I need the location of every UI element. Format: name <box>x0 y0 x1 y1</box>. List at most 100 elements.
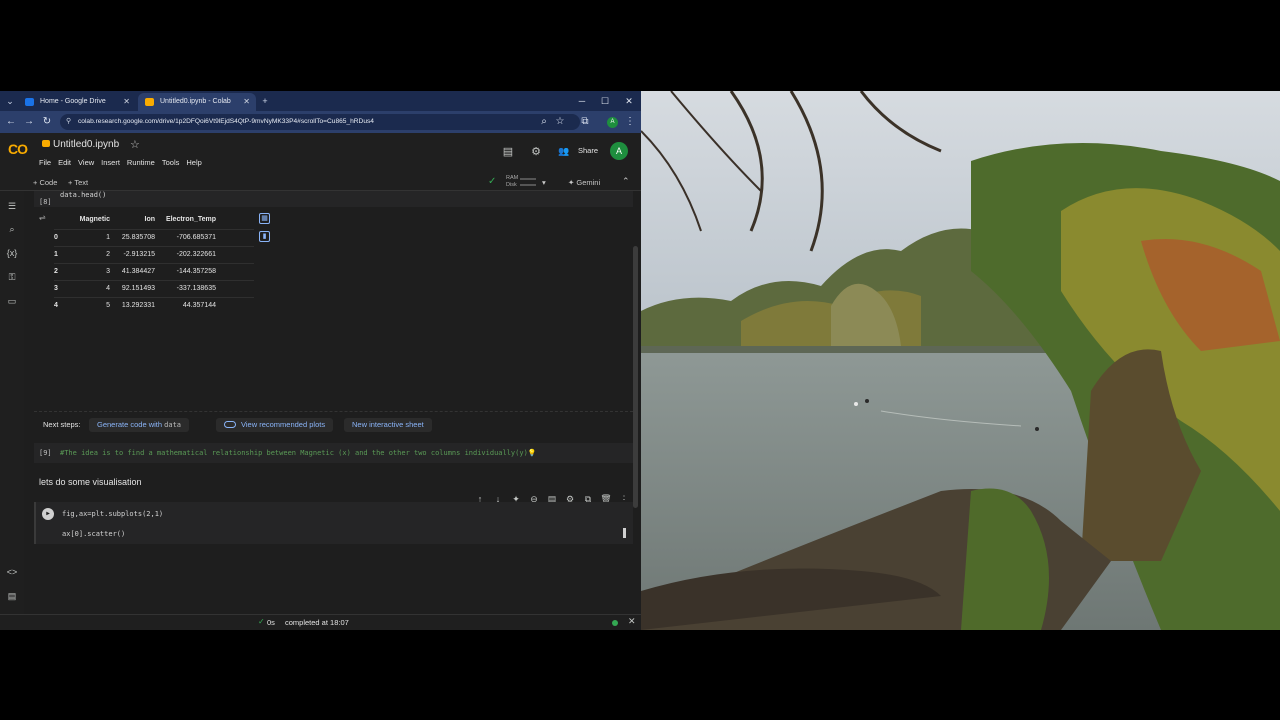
runtime-dropdown-icon[interactable]: ▾ <box>542 177 546 189</box>
close-tab-icon[interactable]: ✕ <box>123 93 130 111</box>
toc-icon[interactable]: ☰ <box>5 199 19 213</box>
menu-tools[interactable]: Tools <box>162 157 180 169</box>
close-window-icon[interactable]: ✕ <box>622 94 636 108</box>
menu-edit[interactable]: Edit <box>58 157 71 169</box>
code-snippets-icon[interactable]: <> <box>5 565 19 579</box>
lake-photo <box>641 91 1280 630</box>
status-bar: ✓ 0s completed at 18:07 ✕ <box>0 614 641 630</box>
people-icon: 👥 <box>558 146 570 156</box>
zoom-icon[interactable]: ⌕ <box>537 115 551 129</box>
secrets-key-icon[interactable]: ⚿ <box>5 270 19 284</box>
add-code-button[interactable]: + Code <box>33 177 57 189</box>
colab-logo[interactable]: CO <box>8 142 32 156</box>
back-icon[interactable]: ← <box>4 115 18 129</box>
gemini-button[interactable]: ✦ Gemini <box>568 177 600 189</box>
extensions-icon[interactable]: ⧉ <box>578 115 592 129</box>
cell-source[interactable]: data.head() <box>60 191 106 199</box>
row-index: 2 <box>54 268 58 275</box>
minimize-icon[interactable]: ─ <box>575 94 589 108</box>
add-text-button[interactable]: + Text <box>68 177 88 189</box>
code-cell-8[interactable]: [8] data.head() <box>34 191 633 207</box>
table-row: 4 5 13.292331 44.357144 <box>54 297 254 314</box>
execution-count: [9] <box>39 449 52 457</box>
star-icon[interactable]: ☆ <box>130 138 140 151</box>
dataframe-output: Magnetic Ion Electron_Temp 0 1 25.835708… <box>54 212 270 314</box>
files-folder-icon[interactable]: ▭ <box>5 294 19 308</box>
code-line[interactable]: fig,ax=plt.subplots(2,1) <box>62 510 163 518</box>
forward-icon[interactable]: → <box>22 115 36 129</box>
tab-search-icon[interactable]: ⌄ <box>3 94 17 108</box>
dataframe-header: Magnetic Ion Electron_Temp <box>54 212 254 229</box>
ram-bar <box>520 178 536 180</box>
menu-insert[interactable]: Insert <box>101 157 120 169</box>
menu-bar: File Edit View Insert Runtime Tools Help <box>39 157 202 169</box>
share-button[interactable]: 👥 Share <box>556 143 598 159</box>
status-message: completed at 18:07 <box>285 618 349 627</box>
comment-icon[interactable]: ▤ <box>501 145 515 159</box>
table-cell: 41.384427 <box>121 268 155 275</box>
execution-duration: 0s <box>267 618 275 627</box>
menu-view[interactable]: View <box>78 157 94 169</box>
maximize-icon[interactable]: ☐ <box>598 94 612 108</box>
table-view-icon[interactable]: ▦ <box>259 213 270 224</box>
tab-google-drive[interactable]: Home - Google Drive ✕ <box>18 93 136 111</box>
table-cell: -706.685371 <box>176 234 216 241</box>
table-row: 3 4 92.151493 -337.138635 <box>54 280 254 297</box>
gemini-label: Gemini <box>576 178 601 187</box>
row-index: 0 <box>54 234 58 241</box>
table-cell: -337.138635 <box>176 285 216 292</box>
variables-icon[interactable]: {x} <box>5 246 19 260</box>
code-cell-active[interactable]: ▶ fig,ax=plt.subplots(2,1) ax[0].scatter… <box>34 502 633 544</box>
tab-colab[interactable]: Untitled0.ipynb - Colab ✕ <box>138 93 256 111</box>
browser-profile-avatar[interactable]: A <box>607 117 618 128</box>
table-cell: 92.151493 <box>121 285 155 292</box>
lightbulb-icon[interactable]: 💡 <box>528 449 537 457</box>
output-toggle-icon[interactable]: ⇌ <box>39 213 46 222</box>
bookmark-star-icon[interactable]: ☆ <box>553 115 567 129</box>
next-steps-bar: Next steps: Generate code with data View… <box>43 418 603 432</box>
close-tab-icon[interactable]: ✕ <box>243 93 250 111</box>
toggle-icon <box>224 421 236 428</box>
search-icon[interactable]: ⌕ <box>5 222 19 236</box>
browser-menu-icon[interactable]: ⋮ <box>623 115 637 129</box>
table-cell: 1 <box>106 234 110 241</box>
scrollbar[interactable] <box>633 246 638 508</box>
generate-code-var: data <box>164 421 181 429</box>
generate-code-button[interactable]: Generate code with data <box>89 418 189 432</box>
user-avatar[interactable]: A <box>610 142 628 160</box>
menu-runtime[interactable]: Runtime <box>127 157 155 169</box>
chart-suggestion-icon[interactable]: ▮ <box>259 231 270 242</box>
resource-indicator[interactable]: RAM Disk <box>506 175 518 189</box>
table-cell: 3 <box>106 268 110 275</box>
column-header: Magnetic <box>79 216 110 223</box>
interactive-sheet-button[interactable]: New interactive sheet <box>344 418 432 432</box>
collapse-chevron-icon[interactable]: ⌃ <box>622 176 630 187</box>
notebook-area: [8] data.head() ⇌ Magnetic Ion Electron_… <box>24 191 641 614</box>
recommended-plots-button[interactable]: View recommended plots <box>216 418 334 432</box>
run-cell-icon[interactable]: ▶ <box>42 508 54 520</box>
lake-scene-image <box>641 91 1280 630</box>
tab-label: Untitled0.ipynb - Colab <box>160 98 231 105</box>
menu-file[interactable]: File <box>39 157 51 169</box>
comment-text: #The idea is to find a mathematical rela… <box>60 449 528 457</box>
text-cursor <box>623 528 626 538</box>
settings-gear-icon[interactable]: ⚙ <box>529 145 543 159</box>
menu-help[interactable]: Help <box>186 157 201 169</box>
url-text: colab.research.google.com/drive/1p2DFQoi… <box>78 118 374 125</box>
next-steps-label: Next steps: <box>43 420 81 429</box>
url-field[interactable]: ⚲ colab.research.google.com/drive/1p2DFQ… <box>60 114 580 130</box>
code-line[interactable]: ax[0].scatter() <box>62 530 125 538</box>
new-tab-icon[interactable]: + <box>258 94 272 108</box>
site-info-icon[interactable]: ⚲ <box>66 114 71 130</box>
colab-header: CO Untitled0.ipynb ☆ File Edit View Inse… <box>0 133 641 175</box>
text-cell[interactable]: lets do some visualisation <box>39 477 142 487</box>
code-cell-9[interactable]: [9] #The idea is to find a mathematical … <box>34 443 633 463</box>
colab-favicon-icon <box>145 98 154 106</box>
notebook-title[interactable]: Untitled0.ipynb <box>42 139 119 150</box>
cell-source[interactable]: #The idea is to find a mathematical rela… <box>60 449 537 457</box>
reload-icon[interactable]: ↻ <box>40 115 54 129</box>
command-palette-icon[interactable]: ▤ <box>5 589 19 603</box>
close-status-icon[interactable]: ✕ <box>628 616 636 627</box>
drive-file-icon <box>42 140 50 147</box>
connection-dot-icon <box>612 620 618 626</box>
